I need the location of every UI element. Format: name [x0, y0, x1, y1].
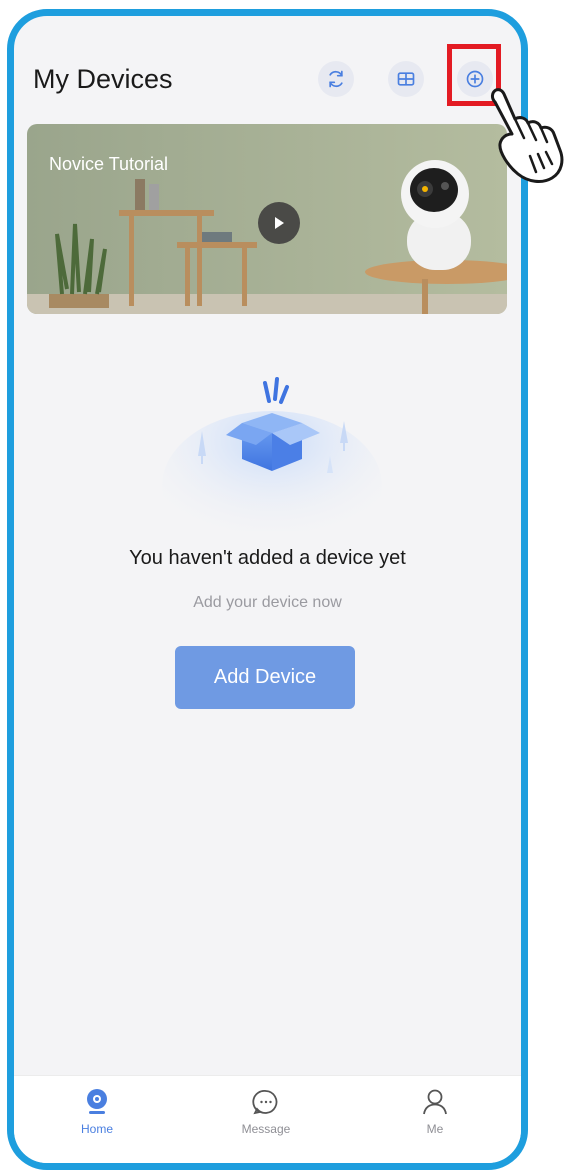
tab-home-label: Home	[80, 1122, 113, 1136]
header: My Devices	[14, 16, 521, 116]
play-icon	[275, 217, 284, 229]
grid-icon	[397, 72, 415, 86]
empty-state-subtitle: Add your device now	[193, 594, 342, 611]
banner-title: Novice Tutorial	[49, 154, 169, 174]
grid-view-button[interactable]	[388, 61, 424, 97]
profile-icon	[423, 1089, 447, 1115]
pointing-hand-icon	[491, 88, 564, 183]
message-icon	[252, 1090, 278, 1115]
home-camera-icon	[87, 1089, 107, 1114]
refresh-button[interactable]	[318, 61, 354, 97]
tutorial-banner[interactable]: Novice Tutorial	[27, 124, 507, 314]
tab-message-label: Message	[241, 1122, 291, 1136]
page-title: My Devices	[33, 64, 173, 94]
refresh-icon	[329, 70, 343, 88]
tab-bar: Home Message Me	[14, 1075, 521, 1163]
empty-box-illustration	[162, 377, 382, 531]
play-button[interactable]	[258, 202, 300, 244]
tab-home[interactable]: Home	[52, 1088, 142, 1136]
empty-state-title: You haven't added a device yet	[129, 547, 406, 569]
add-device-button[interactable]: Add Device	[175, 646, 355, 709]
tab-me-label: Me	[426, 1122, 444, 1136]
phone-frame: My Devices Novice Tutorial You haven't a…	[7, 9, 528, 1170]
tab-me[interactable]: Me	[390, 1088, 480, 1136]
tab-message[interactable]: Message	[221, 1088, 311, 1136]
